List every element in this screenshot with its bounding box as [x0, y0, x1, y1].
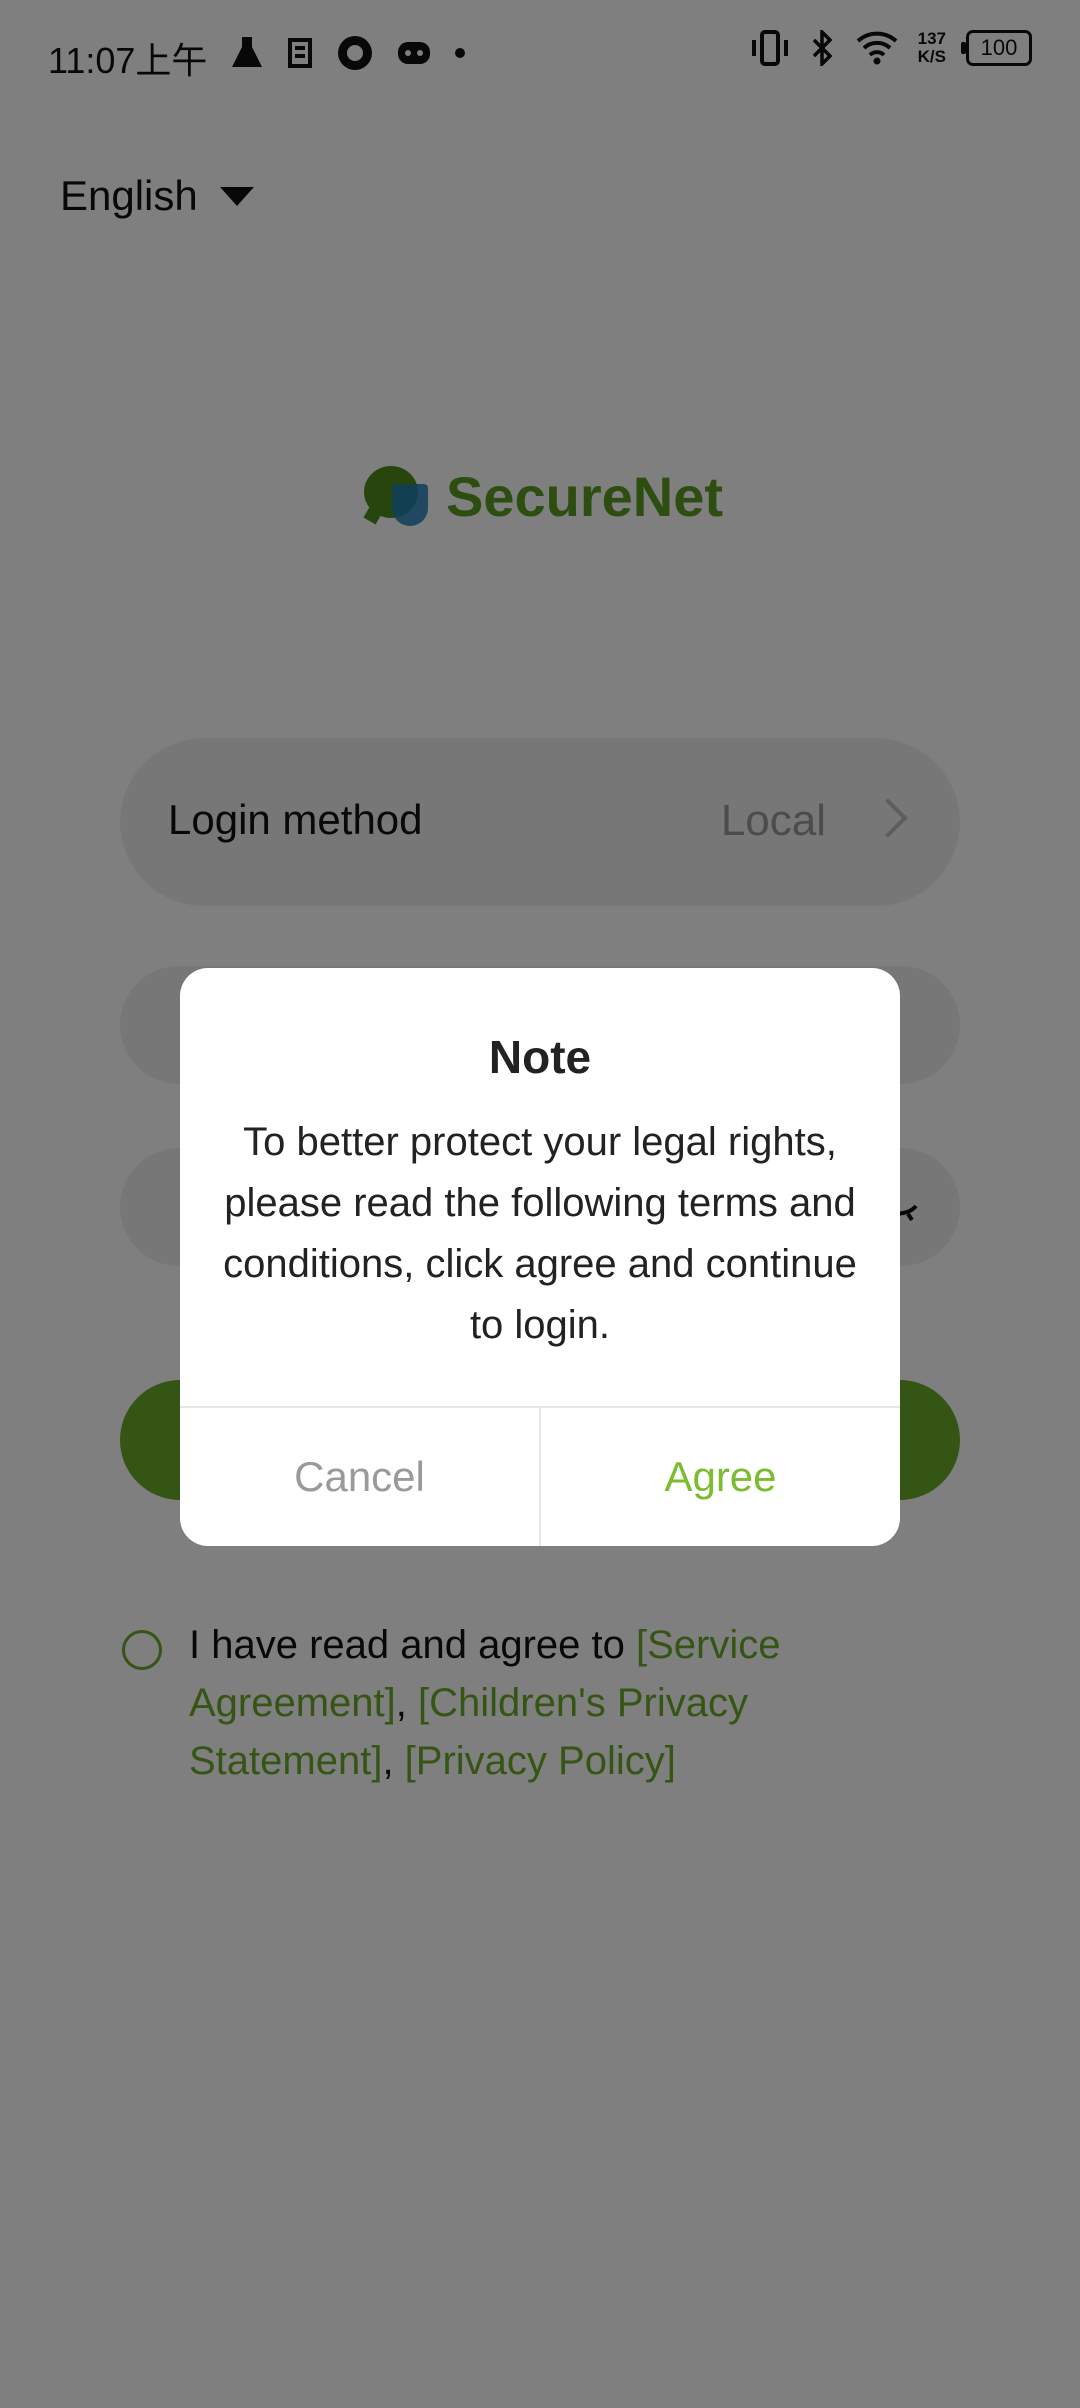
agree-button[interactable]: Agree	[541, 1408, 900, 1546]
dialog-title: Note	[488, 1031, 592, 1083]
dialog-message: To better protect your legal rights, ple…	[223, 1120, 857, 1347]
cancel-button[interactable]: Cancel	[180, 1408, 539, 1546]
note-dialog: Note To better protect your legal rights…	[180, 968, 900, 1546]
